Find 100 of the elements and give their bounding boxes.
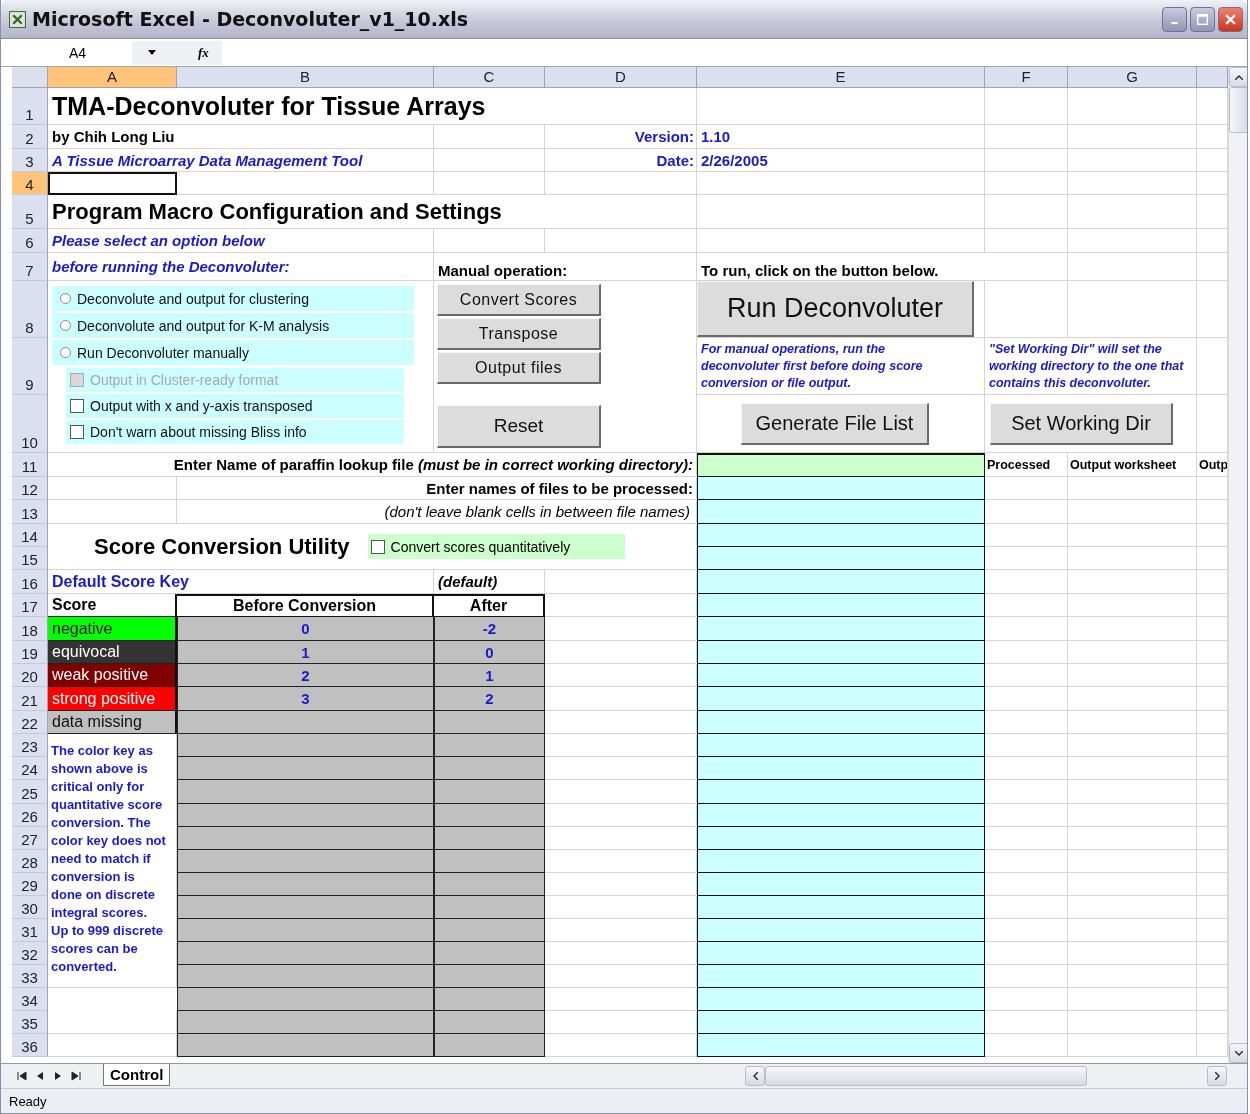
row-header[interactable]: 17 (12, 594, 48, 617)
sheet-cell[interactable] (985, 780, 1068, 804)
close-button[interactable] (1218, 6, 1243, 32)
sheet-cell[interactable] (985, 195, 1068, 229)
sheet-cell[interactable] (1068, 172, 1197, 195)
row-header[interactable]: 6 (12, 229, 48, 253)
row-header[interactable]: 30 (12, 896, 48, 919)
sheet-cell[interactable] (48, 500, 177, 524)
sheet-cell[interactable] (1068, 780, 1197, 804)
sheet-cell[interactable] (985, 804, 1068, 827)
row-header[interactable]: 9 (12, 338, 48, 395)
sheet-cell[interactable] (985, 942, 1068, 965)
checkbox-option[interactable]: Don't warn about missing Bliss info (66, 420, 404, 444)
row-header[interactable]: 10 (12, 395, 48, 453)
row-header[interactable]: 15 (12, 547, 48, 570)
sheet-cell[interactable] (1068, 524, 1197, 547)
row-header[interactable]: 36 (12, 1034, 48, 1057)
previous-sheet-icon[interactable] (35, 1071, 45, 1081)
column-header[interactable]: D (545, 67, 697, 88)
sheet-cell[interactable] (985, 641, 1068, 664)
sheet-cell[interactable] (1068, 88, 1197, 125)
row-header[interactable]: 32 (12, 942, 48, 965)
input-field[interactable] (697, 547, 985, 570)
sheet-cell[interactable] (697, 172, 985, 195)
row-header[interactable]: 24 (12, 757, 48, 780)
row-header[interactable]: 2 (12, 125, 48, 149)
vertical-scrollbar[interactable] (1228, 67, 1247, 1063)
next-sheet-icon[interactable] (53, 1071, 63, 1081)
horizontal-scrollbar[interactable] (745, 1066, 1227, 1086)
name-box[interactable]: A4 (1, 44, 128, 61)
sheet-cell[interactable] (1068, 477, 1197, 500)
scroll-up-button[interactable] (1229, 67, 1247, 87)
sheet-cell[interactable] (1068, 547, 1197, 570)
row-header[interactable]: 19 (12, 641, 48, 664)
sheet-cell[interactable] (1068, 873, 1197, 896)
row-header[interactable]: 22 (12, 711, 48, 734)
checkbox-option[interactable]: Output with x and y-axis transposed (66, 394, 404, 418)
input-field[interactable] (697, 524, 985, 547)
row-header[interactable]: 12 (12, 477, 48, 500)
scroll-right-button[interactable] (1207, 1066, 1227, 1086)
row-header[interactable]: 16 (12, 570, 48, 594)
input-field[interactable] (697, 988, 985, 1011)
sheet-cell[interactable] (985, 617, 1068, 641)
radio-option[interactable]: Deconvolute and output for clustering (52, 286, 414, 311)
sheet-cell[interactable] (1068, 988, 1197, 1011)
sheet-cell[interactable] (985, 965, 1068, 988)
row-header[interactable]: 28 (12, 850, 48, 873)
sheet-cell[interactable] (985, 524, 1068, 547)
sheet-cell[interactable] (985, 850, 1068, 873)
run-button[interactable]: Run Deconvoluter (697, 281, 974, 337)
sheet-cell[interactable] (985, 500, 1068, 524)
row-header[interactable]: 35 (12, 1011, 48, 1034)
sheet-cell[interactable] (1068, 281, 1197, 338)
sheet-cell[interactable] (1068, 664, 1197, 687)
input-field[interactable] (697, 594, 985, 617)
sheet-cell[interactable] (545, 172, 697, 195)
row-header[interactable]: 21 (12, 687, 48, 711)
sheet-cell[interactable] (1068, 253, 1197, 281)
sheet-cell[interactable] (985, 734, 1068, 757)
sheet-cell[interactable] (1068, 149, 1197, 172)
sheet-cell[interactable] (434, 125, 545, 149)
input-field[interactable] (697, 641, 985, 664)
quantitative-checkbox-option[interactable]: Convert scores quantitatively (367, 534, 625, 559)
row-header[interactable]: 34 (12, 988, 48, 1011)
sheet-cell[interactable] (1068, 594, 1197, 617)
input-field[interactable] (697, 1034, 985, 1057)
sheet-cell[interactable] (985, 229, 1068, 253)
sheet-cell[interactable] (434, 172, 545, 195)
sheet-cell[interactable] (985, 172, 1068, 195)
sheet-cell[interactable] (1068, 919, 1197, 942)
sheet-cell[interactable] (1068, 687, 1197, 711)
sheet-cell[interactable] (545, 229, 697, 253)
input-field[interactable] (697, 827, 985, 850)
column-header[interactable]: G (1068, 67, 1197, 88)
radio-option[interactable]: Run Deconvoluter manually (52, 340, 414, 365)
set-working-dir-button[interactable]: Set Working Dir (990, 402, 1173, 445)
row-header[interactable]: 7 (12, 253, 48, 281)
name-box-dropdown[interactable] (132, 40, 172, 65)
sheet-cell[interactable] (985, 1011, 1068, 1034)
input-field[interactable] (697, 477, 985, 500)
first-sheet-icon[interactable] (17, 1071, 27, 1081)
row-header[interactable]: 18 (12, 617, 48, 641)
sheet-cell[interactable] (177, 172, 434, 195)
sheet-cell[interactable] (48, 477, 177, 500)
sheet-cell[interactable] (985, 896, 1068, 919)
input-field[interactable] (697, 664, 985, 687)
sheet-cell[interactable] (985, 664, 1068, 687)
sheet-cell[interactable] (1068, 827, 1197, 850)
row-header[interactable]: 25 (12, 780, 48, 804)
sheet-cell[interactable] (1068, 711, 1197, 734)
sheet-cell[interactable] (1068, 229, 1197, 253)
input-field[interactable] (697, 1011, 985, 1034)
scroll-down-button[interactable] (1229, 1043, 1247, 1063)
radio-button[interactable] (60, 347, 71, 358)
sheet-cell[interactable] (1068, 125, 1197, 149)
sheet-cell[interactable] (434, 149, 545, 172)
function-label[interactable]: fx (172, 40, 222, 65)
row-header[interactable]: 33 (12, 965, 48, 988)
row-header[interactable]: 3 (12, 149, 48, 172)
minimize-button[interactable] (1162, 6, 1187, 32)
